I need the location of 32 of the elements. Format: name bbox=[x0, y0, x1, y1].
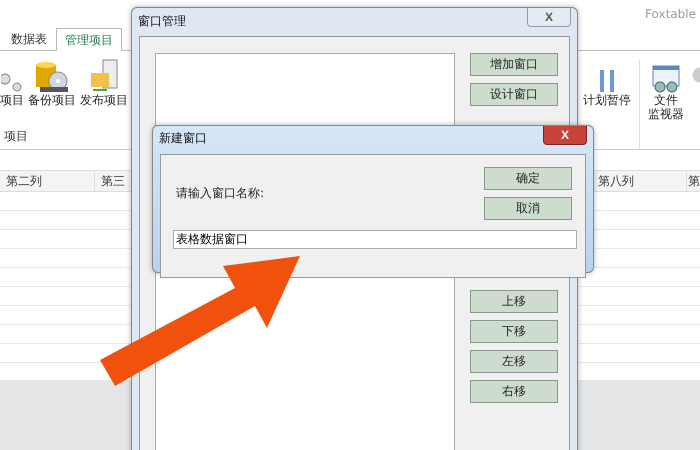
action-button[interactable]: 设计窗口 bbox=[470, 83, 558, 106]
ribbon-button-label[interactable]: 发布项目 bbox=[80, 93, 128, 107]
close-button[interactable]: X bbox=[543, 126, 587, 145]
column-header[interactable]: 第 bbox=[687, 171, 700, 191]
app-title: Foxtable bbox=[645, 7, 696, 21]
move-button[interactable]: 右移 bbox=[470, 380, 558, 403]
dialog-title: 新建窗口 bbox=[159, 130, 207, 147]
column-header[interactable]: 第三 bbox=[95, 171, 125, 191]
move-button[interactable]: 下移 bbox=[470, 320, 558, 343]
close-button[interactable]: X bbox=[527, 8, 571, 27]
ribbon-button-label[interactable]: 监视器 bbox=[648, 107, 684, 121]
window-title: 窗口管理 bbox=[138, 13, 186, 30]
ribbon-button-label[interactable]: 计划暂停 bbox=[583, 93, 631, 107]
dialog-button[interactable]: 确定 bbox=[484, 167, 572, 190]
action-button[interactable]: 增加窗口 bbox=[470, 53, 558, 76]
database-icon bbox=[34, 61, 70, 93]
prompt-label: 请输入窗口名称: bbox=[175, 185, 264, 202]
ribbon-button-label[interactable]: 备份项目 bbox=[28, 93, 76, 107]
move-button[interactable]: 上移 bbox=[470, 290, 558, 313]
pause-icon bbox=[598, 69, 616, 93]
group-label: 项目 bbox=[3, 128, 29, 145]
file-monitor-icon bbox=[651, 65, 681, 93]
folder-server-icon bbox=[89, 59, 119, 93]
move-button[interactable]: 左移 bbox=[470, 350, 558, 373]
column-header[interactable]: 第二列 bbox=[0, 171, 95, 191]
tab[interactable]: 数据表 bbox=[2, 28, 56, 50]
partial-icon bbox=[692, 67, 700, 83]
ribbon-button-label[interactable]: 文件 bbox=[654, 93, 678, 107]
dialog-button[interactable]: 取消 bbox=[484, 197, 572, 220]
ribbon-button-label[interactable]: 项目 bbox=[0, 93, 24, 107]
tab[interactable]: 管理项目 bbox=[56, 28, 122, 51]
window-name-field[interactable]: 表格数据窗口 bbox=[173, 230, 577, 249]
